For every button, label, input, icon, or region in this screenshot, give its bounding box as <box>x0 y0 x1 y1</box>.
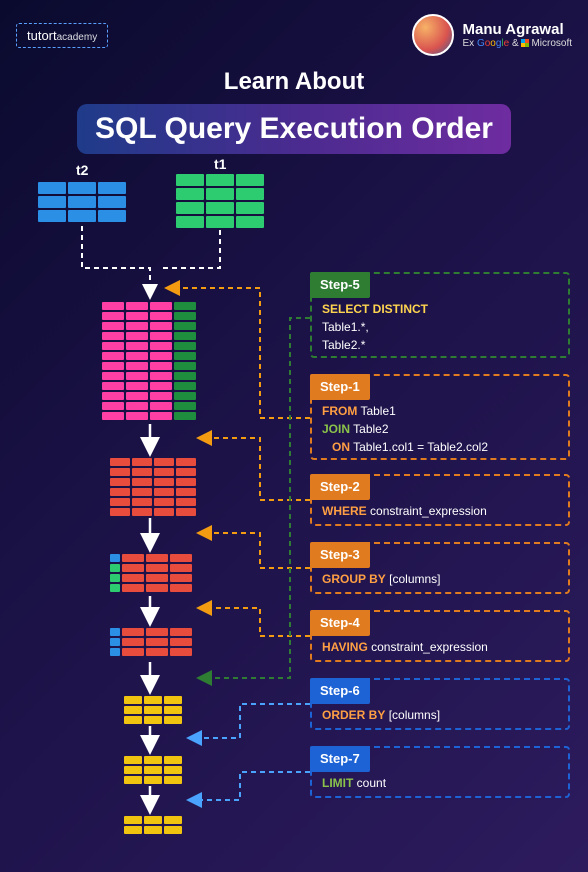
step-1-tag: Step-1 <box>310 374 370 400</box>
title-block: Learn About SQL Query Execution Order <box>0 68 588 154</box>
step-5-tag: Step-5 <box>310 272 370 298</box>
title-pill: SQL Query Execution Order <box>77 104 511 154</box>
step-7-tag: Step-7 <box>310 746 370 772</box>
header: tutortacademy Manu Agrawal Ex Google & M… <box>0 0 588 62</box>
select-table <box>124 696 182 724</box>
groupby-table <box>110 554 192 592</box>
step-2-box: Step-2 WHERE constraint_expression <box>310 474 570 526</box>
author-text: Manu Agrawal Ex Google & Microsoft <box>462 21 572 50</box>
label-t2: t2 <box>76 162 88 178</box>
step-5-box: Step-5 SELECT DISTINCT Table1.*, Table2.… <box>310 272 570 358</box>
joined-table <box>102 302 196 420</box>
author-name: Manu Agrawal <box>462 21 572 38</box>
where-table <box>110 458 196 516</box>
brand-main: tutort <box>27 28 57 43</box>
step-6-box: Step-6 ORDER BY [columns] <box>310 678 570 730</box>
step-4-box: Step-4 HAVING constraint_expression <box>310 610 570 662</box>
author-block: Manu Agrawal Ex Google & Microsoft <box>412 14 572 56</box>
avatar <box>412 14 454 56</box>
step-6-tag: Step-6 <box>310 678 370 704</box>
step-2-tag: Step-2 <box>310 474 370 500</box>
brand-logo: tutortacademy <box>16 23 108 48</box>
step-7-box: Step-7 LIMIT count <box>310 746 570 798</box>
step-3-tag: Step-3 <box>310 542 370 568</box>
microsoft-icon <box>521 39 529 47</box>
having-table <box>110 628 192 656</box>
table-t2 <box>38 182 126 222</box>
step-4-tag: Step-4 <box>310 610 370 636</box>
step-1-box: Step-1 FROM Table1 JOIN Table2 ON Table1… <box>310 374 570 460</box>
title-line2: SQL Query Execution Order <box>95 112 493 145</box>
diagram-canvas: t2 t1 <box>0 168 588 872</box>
table-t1 <box>176 174 264 228</box>
order-table <box>124 756 182 784</box>
title-line1: Learn About <box>0 68 588 96</box>
brand-sub: academy <box>57 32 98 43</box>
limit-table <box>124 816 182 834</box>
label-t1: t1 <box>214 156 226 172</box>
author-subtitle: Ex Google & Microsoft <box>462 38 572 50</box>
step-3-box: Step-3 GROUP BY [columns] <box>310 542 570 594</box>
